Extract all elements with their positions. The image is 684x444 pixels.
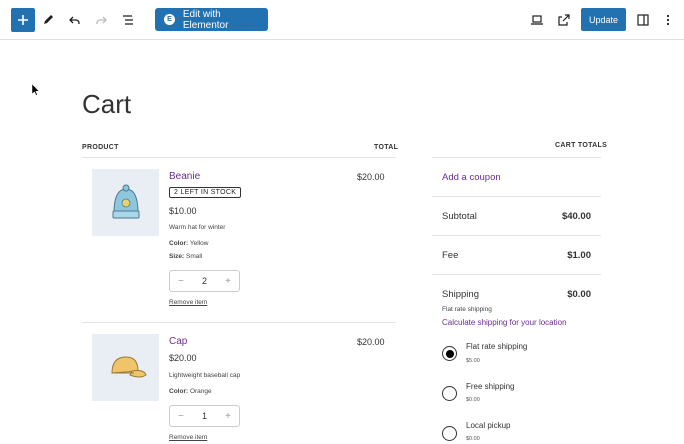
cart-totals-heading: CART TOTALS	[555, 142, 608, 149]
redo-icon	[96, 16, 107, 24]
increase-quantity-button[interactable]: +	[225, 411, 231, 422]
fee-value: $1.00	[567, 250, 591, 261]
header-divider	[82, 157, 396, 158]
more-vertical-icon	[666, 14, 670, 26]
undo-button[interactable]	[63, 8, 87, 32]
product-name-link[interactable]: Beanie	[169, 171, 200, 182]
document-overview-button[interactable]	[116, 8, 140, 32]
shipping-option-price: $5.00	[466, 358, 480, 364]
subtotal-label: Subtotal	[442, 211, 477, 222]
quantity-stepper: − 1 +	[169, 405, 240, 427]
laptop-icon	[531, 15, 543, 25]
total-column-header: TOTAL	[374, 144, 399, 151]
totals-divider	[432, 157, 601, 158]
shipping-option-price: $0.00	[466, 436, 480, 442]
pencil-icon	[44, 15, 53, 24]
editor-toolbar: E Edit with Elementor Update	[0, 0, 684, 40]
size-label: Size:	[169, 253, 185, 260]
edit-with-elementor-button[interactable]: E Edit with Elementor	[155, 8, 268, 31]
decrease-quantity-button[interactable]: −	[178, 411, 184, 422]
product-color: Color: Orange	[169, 388, 212, 395]
shipping-radio[interactable]	[442, 386, 457, 401]
tools-button[interactable]	[36, 8, 60, 32]
product-thumbnail[interactable]	[92, 334, 159, 401]
quantity-value[interactable]: 2	[202, 276, 207, 286]
add-block-button[interactable]	[11, 8, 35, 32]
quantity-stepper: − 2 +	[169, 270, 240, 292]
undo-icon	[69, 16, 80, 24]
subtotal-value: $40.00	[561, 211, 591, 222]
preview-button[interactable]	[525, 8, 549, 32]
shipping-option-label: Local pickup	[466, 421, 511, 430]
product-price: $10.00	[169, 206, 197, 216]
color-label: Color:	[169, 388, 189, 395]
decrease-quantity-button[interactable]: −	[178, 276, 184, 287]
product-column-header: PRODUCT	[82, 144, 119, 151]
cap-image	[110, 355, 147, 377]
product-size: Size: Small	[169, 253, 202, 260]
view-post-button[interactable]	[552, 8, 576, 32]
remove-item-link[interactable]: Remove item	[169, 434, 207, 441]
page-title: Cart	[82, 89, 132, 119]
color-value: Orange	[189, 388, 212, 395]
shipping-value: $0.00	[567, 289, 591, 300]
shipping-radio-selected[interactable]	[442, 346, 457, 361]
redo-button[interactable]	[89, 8, 113, 32]
elementor-button-label: Edit with Elementor	[182, 8, 229, 31]
product-description: Warm hat for winter	[169, 224, 226, 231]
product-price: $20.00	[169, 353, 197, 363]
external-link-icon	[558, 14, 570, 26]
totals-divider	[432, 235, 601, 236]
totals-divider	[432, 274, 601, 275]
list-view-icon	[123, 15, 133, 25]
shipping-label: Shipping	[442, 289, 479, 300]
mouse-cursor-icon	[32, 84, 40, 96]
product-description: Lightweight baseball cap	[169, 372, 241, 379]
item-total: $20.00	[357, 337, 385, 347]
shipping-method-text: Flat rate shipping	[442, 306, 492, 313]
product-thumbnail[interactable]	[92, 169, 159, 236]
settings-sidebar-button[interactable]	[631, 8, 655, 32]
stock-badge: 2 LEFT IN STOCK	[169, 187, 242, 198]
shipping-option-label: Free shipping	[466, 382, 515, 391]
options-menu-button[interactable]	[656, 8, 680, 32]
totals-divider	[432, 196, 601, 197]
increase-quantity-button[interactable]: +	[225, 276, 231, 287]
item-total: $20.00	[357, 172, 385, 182]
color-label: Color:	[169, 240, 189, 247]
shipping-radio[interactable]	[442, 426, 457, 441]
radio-dot	[445, 349, 454, 358]
remove-item-link[interactable]: Remove item	[169, 299, 207, 306]
beanie-image	[112, 184, 139, 218]
product-name-link[interactable]: Cap	[169, 336, 187, 347]
plus-icon	[18, 15, 28, 25]
elementor-icon: E	[164, 14, 175, 25]
size-value: Small	[185, 253, 203, 260]
update-button[interactable]: Update	[581, 8, 626, 31]
color-value: Yellow	[189, 240, 209, 247]
fee-label: Fee	[442, 250, 459, 261]
shipping-option-price: $0.00	[466, 397, 480, 403]
quantity-value[interactable]: 1	[202, 411, 207, 421]
sidebar-icon	[637, 14, 649, 26]
shipping-option-label: Flat rate shipping	[466, 342, 528, 351]
calculate-shipping-link[interactable]: Calculate shipping for your location	[442, 318, 567, 327]
add-coupon-link[interactable]: Add a coupon	[442, 172, 501, 183]
item-divider	[82, 322, 396, 323]
product-color: Color: Yellow	[169, 240, 208, 247]
